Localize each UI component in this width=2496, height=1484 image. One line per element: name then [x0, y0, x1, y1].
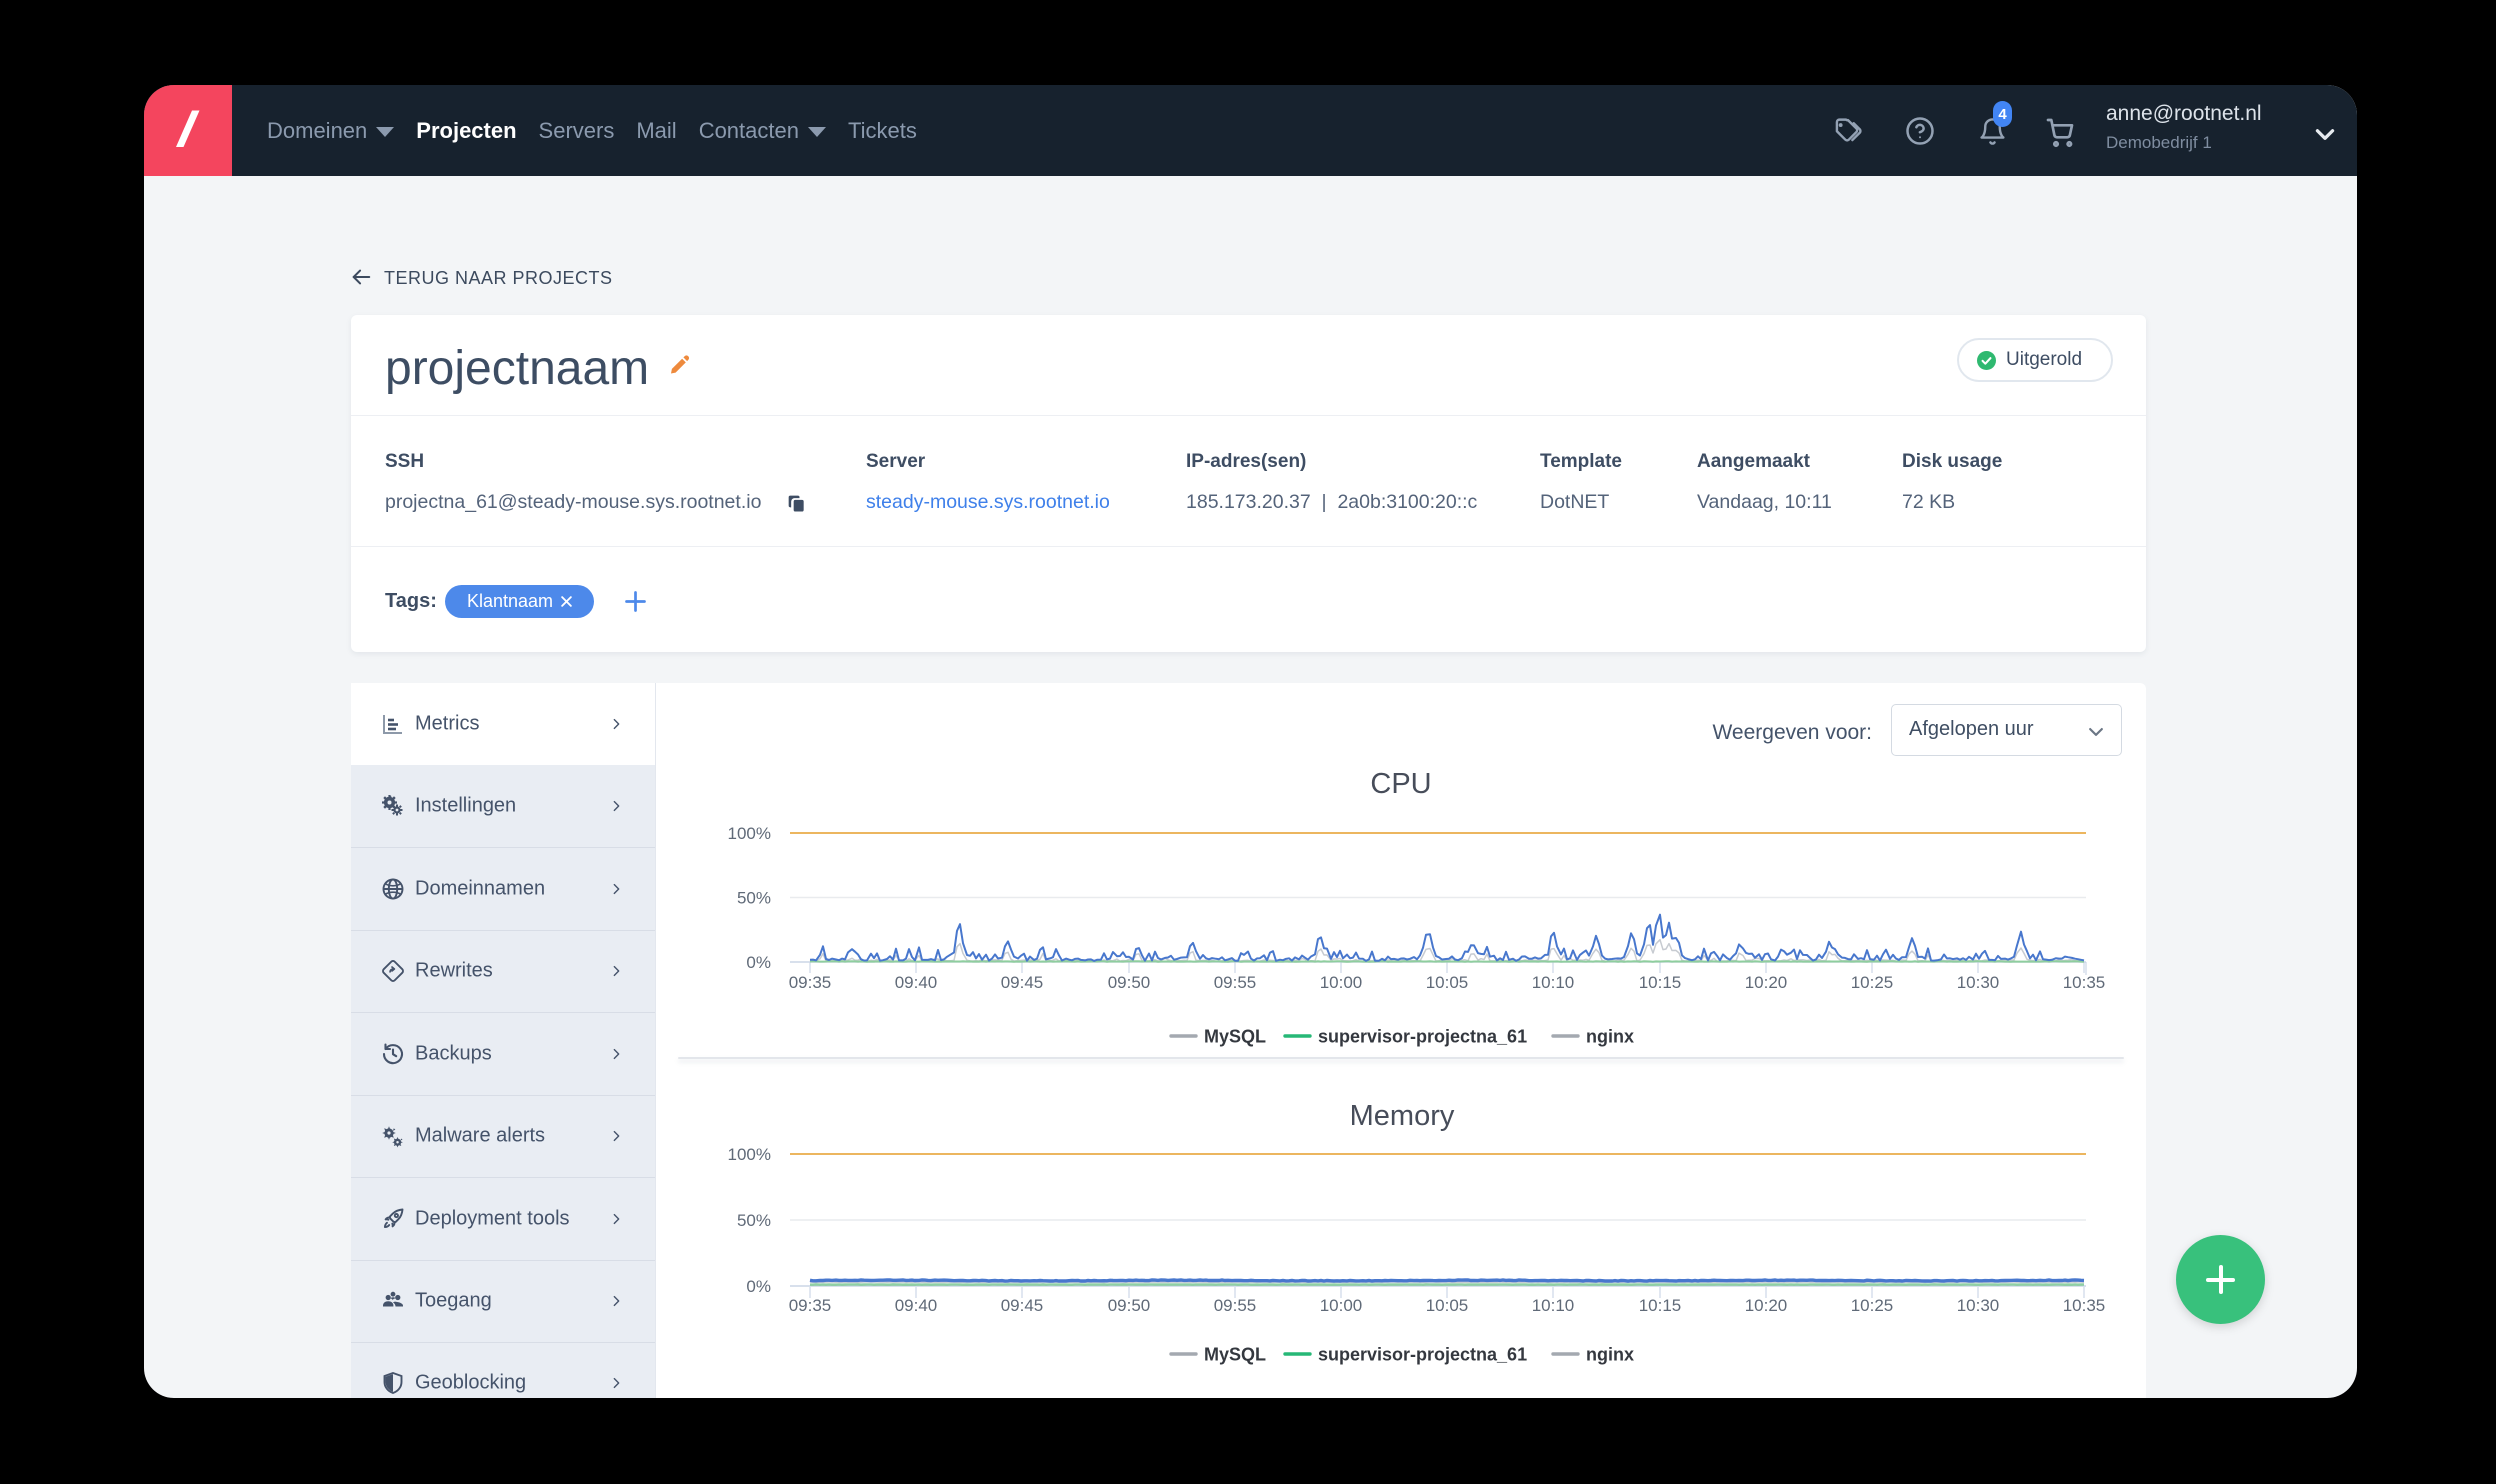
svg-text:09:40: 09:40 — [895, 1296, 938, 1315]
svg-text:nginx: nginx — [1586, 1345, 1634, 1365]
svg-text:10:30: 10:30 — [1957, 973, 2000, 992]
svg-text:nginx: nginx — [1586, 1027, 1634, 1047]
svg-text:10:05: 10:05 — [1426, 1296, 1469, 1315]
svg-text:0%: 0% — [746, 953, 771, 972]
svg-text:100%: 100% — [728, 824, 771, 843]
svg-text:09:55: 09:55 — [1214, 973, 1257, 992]
svg-text:50%: 50% — [737, 1211, 771, 1230]
svg-text:10:00: 10:00 — [1320, 1296, 1363, 1315]
svg-text:supervisor-projectna_61: supervisor-projectna_61 — [1318, 1027, 1527, 1047]
svg-text:50%: 50% — [737, 889, 771, 908]
svg-text:09:55: 09:55 — [1214, 1296, 1257, 1315]
svg-text:09:40: 09:40 — [895, 973, 938, 992]
svg-text:09:50: 09:50 — [1108, 973, 1151, 992]
svg-text:CPU: CPU — [1370, 768, 1431, 800]
svg-text:09:35: 09:35 — [789, 1296, 832, 1315]
svg-text:09:35: 09:35 — [789, 973, 832, 992]
svg-text:10:15: 10:15 — [1639, 1296, 1682, 1315]
svg-text:MySQL: MySQL — [1204, 1345, 1266, 1365]
svg-text:0%: 0% — [746, 1277, 771, 1296]
svg-text:10:05: 10:05 — [1426, 973, 1469, 992]
svg-text:MySQL: MySQL — [1204, 1027, 1266, 1047]
svg-text:100%: 100% — [728, 1145, 771, 1164]
svg-text:10:20: 10:20 — [1745, 1296, 1788, 1315]
svg-text:10:15: 10:15 — [1639, 973, 1682, 992]
svg-text:10:10: 10:10 — [1532, 1296, 1575, 1315]
svg-text:Memory: Memory — [1350, 1100, 1455, 1132]
svg-text:10:00: 10:00 — [1320, 973, 1363, 992]
svg-text:supervisor-projectna_61: supervisor-projectna_61 — [1318, 1345, 1527, 1365]
svg-text:09:50: 09:50 — [1108, 1296, 1151, 1315]
svg-text:10:25: 10:25 — [1851, 973, 1894, 992]
svg-text:10:10: 10:10 — [1532, 973, 1575, 992]
svg-text:10:30: 10:30 — [1957, 1296, 2000, 1315]
svg-text:10:35: 10:35 — [2063, 1296, 2106, 1315]
svg-text:10:20: 10:20 — [1745, 973, 1788, 992]
svg-text:10:25: 10:25 — [1851, 1296, 1894, 1315]
svg-text:09:45: 09:45 — [1001, 973, 1044, 992]
svg-text:09:45: 09:45 — [1001, 1296, 1044, 1315]
svg-text:10:35: 10:35 — [2063, 973, 2106, 992]
